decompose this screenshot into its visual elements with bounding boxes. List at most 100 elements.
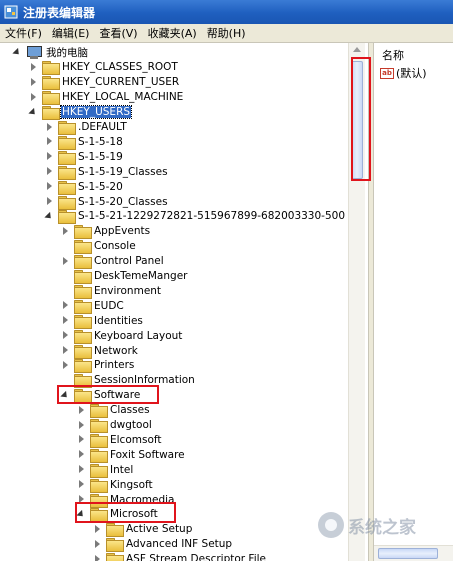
tree-node-label: HKEY_CLASSES_ROOT: [62, 61, 178, 74]
collapsed-arrow-icon[interactable]: [77, 450, 86, 459]
tree-node-label: S-1-5-18: [78, 135, 123, 148]
menu-favorites[interactable]: 收藏夹(A): [143, 25, 202, 41]
expanded-arrow-icon[interactable]: [13, 48, 22, 57]
tree-node[interactable]: Network: [61, 343, 139, 359]
title-bar: 注册表编辑器: [0, 0, 453, 24]
column-header-name[interactable]: 名称: [382, 47, 404, 63]
tree-node[interactable]: Keyboard Layout: [61, 328, 183, 344]
collapsed-arrow-icon[interactable]: [77, 480, 86, 489]
expanded-arrow-icon[interactable]: [29, 108, 38, 117]
tree-node[interactable]: Console: [61, 239, 137, 255]
tree-node[interactable]: S-1-5-21-1229272821-515967899-682003330-…: [45, 209, 346, 225]
tree-node[interactable]: SessionInformation: [61, 373, 196, 389]
tree-node[interactable]: Advanced INF Setup: [93, 537, 233, 553]
folder-icon: [58, 180, 76, 195]
collapsed-arrow-icon[interactable]: [45, 182, 54, 191]
tree-node[interactable]: Printers: [61, 358, 135, 374]
collapsed-arrow-icon[interactable]: [77, 405, 86, 415]
collapsed-arrow-icon[interactable]: [93, 524, 102, 534]
collapsed-arrow-icon[interactable]: [61, 301, 70, 310]
folder-icon: [74, 344, 92, 359]
folder-icon: [90, 433, 108, 448]
tree-node[interactable]: Active Setup: [93, 522, 193, 538]
expanded-arrow-icon[interactable]: [77, 510, 86, 519]
tree-node[interactable]: dwgtool: [77, 418, 153, 433]
menu-view[interactable]: 查看(V): [94, 25, 142, 41]
folder-icon: [74, 240, 92, 255]
tree-node[interactable]: Classes: [77, 403, 151, 419]
scroll-up-arrow-icon[interactable]: [353, 47, 361, 52]
collapsed-arrow-icon[interactable]: [29, 62, 38, 72]
folder-icon: [42, 91, 60, 106]
folder-icon: [74, 225, 92, 240]
collapsed-arrow-icon[interactable]: [61, 331, 70, 340]
folder-icon: [74, 314, 92, 329]
menu-bar: 文件(F) 编辑(E) 查看(V) 收藏夹(A) 帮助(H): [0, 24, 453, 43]
tree-node[interactable]: Intel: [77, 462, 134, 478]
registry-tree[interactable]: ASF Stream Descriptor File Advanced INF S…: [0, 43, 368, 561]
tree-node[interactable]: HKEY_USERS: [29, 105, 133, 121]
collapsed-arrow-icon[interactable]: [77, 420, 86, 430]
tree-node[interactable]: EUDC: [61, 298, 125, 314]
tree-node-label: Identities: [94, 314, 143, 327]
tree-node[interactable]: DeskTemeManger: [61, 269, 188, 284]
tree-node[interactable]: HKEY_CURRENT_USER: [29, 75, 180, 91]
collapsed-arrow-icon[interactable]: [61, 346, 70, 355]
collapsed-arrow-icon[interactable]: [77, 495, 86, 504]
scrollbar-thumb[interactable]: [351, 61, 363, 179]
collapsed-arrow-icon[interactable]: [93, 554, 102, 561]
collapsed-arrow-icon[interactable]: [29, 92, 38, 102]
tree-node[interactable]: S-1-5-19: [45, 149, 124, 165]
values-horizontal-scrollbar[interactable]: [374, 545, 453, 561]
tree-node[interactable]: Elcomsoft: [77, 432, 163, 448]
tree-node[interactable]: Software: [61, 388, 141, 404]
expanded-arrow-icon[interactable]: [45, 212, 54, 221]
menu-edit[interactable]: 编辑(E): [47, 25, 95, 41]
tree-node-label: HKEY_CURRENT_USER: [62, 76, 180, 89]
tree-node[interactable]: S-1-5-20_Classes: [45, 194, 169, 210]
collapsed-arrow-icon[interactable]: [45, 137, 54, 146]
collapsed-arrow-icon[interactable]: [61, 316, 70, 325]
collapsed-arrow-icon[interactable]: [45, 167, 54, 176]
tree-node[interactable]: Macromedia: [77, 492, 175, 508]
tree-node[interactable]: Kingsoft: [77, 477, 154, 493]
menu-help[interactable]: 帮助(H): [202, 25, 251, 41]
tree-node-label: S-1-5-20: [78, 180, 123, 193]
tree-node[interactable]: S-1-5-20: [45, 179, 124, 195]
tree-node[interactable]: Foxit Software: [77, 447, 186, 463]
tree-node-label: Printers: [94, 359, 135, 372]
collapsed-arrow-icon[interactable]: [29, 77, 38, 87]
tree-node-label: dwgtool: [110, 419, 152, 431]
collapsed-arrow-icon[interactable]: [93, 539, 102, 549]
tree-vertical-scrollbar[interactable]: [348, 43, 365, 561]
tree-node[interactable]: Identities: [61, 313, 144, 329]
horizontal-scrollbar-thumb[interactable]: [378, 548, 438, 559]
folder-icon: [58, 150, 76, 165]
tree-node-label: 我的电脑: [46, 47, 88, 59]
tree-node[interactable]: Microsoft: [77, 507, 159, 523]
tree-node[interactable]: ASF Stream Descriptor File: [93, 552, 267, 561]
folder-icon: [42, 61, 60, 76]
menu-file[interactable]: 文件(F): [0, 25, 47, 41]
tree-node[interactable]: S-1-5-18: [45, 134, 124, 150]
expanded-arrow-icon[interactable]: [61, 391, 70, 400]
collapsed-arrow-icon[interactable]: [77, 465, 86, 474]
values-list[interactable]: 名称 ab (默认): [374, 43, 453, 561]
tree-node[interactable]: AppEvents: [61, 224, 151, 240]
collapsed-arrow-icon[interactable]: [45, 197, 54, 206]
tree-node[interactable]: HKEY_CLASSES_ROOT: [29, 60, 179, 76]
collapsed-arrow-icon[interactable]: [45, 122, 54, 132]
tree-node[interactable]: HKEY_LOCAL_MACHINE: [29, 90, 184, 106]
tree-node[interactable]: Environment: [61, 283, 162, 299]
tree-node[interactable]: S-1-5-19_Classes: [45, 164, 169, 180]
collapsed-arrow-icon[interactable]: [61, 256, 70, 266]
collapsed-arrow-icon[interactable]: [45, 152, 54, 161]
value-row-default[interactable]: ab (默认): [380, 65, 427, 81]
collapsed-arrow-icon[interactable]: [77, 435, 86, 444]
folder-icon: [106, 523, 124, 538]
tree-node[interactable]: 我的电脑: [13, 45, 89, 60]
tree-node[interactable]: Control Panel: [61, 254, 165, 270]
collapsed-arrow-icon[interactable]: [61, 226, 70, 236]
tree-node[interactable]: .DEFAULT: [45, 120, 128, 135]
collapsed-arrow-icon[interactable]: [61, 360, 70, 370]
